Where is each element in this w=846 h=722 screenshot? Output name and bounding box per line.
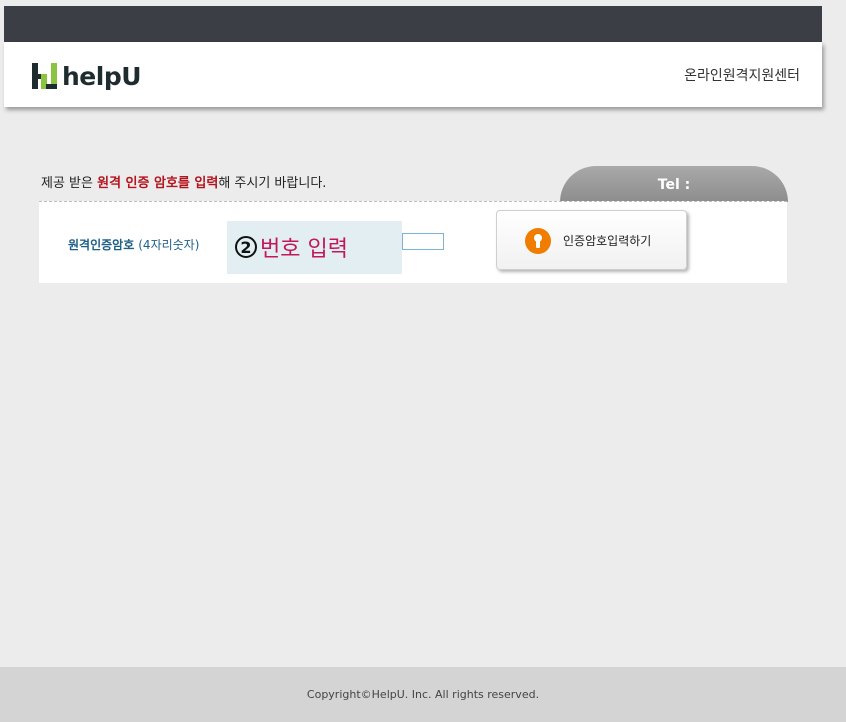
instruction-part2: 해 주시기 바랍니다. (218, 176, 327, 191)
logo-text: helpU (62, 61, 142, 91)
submit-auth-code-button[interactable]: 인증암호입력하기 (496, 210, 687, 270)
tel-label: Tel : (657, 177, 691, 193)
annotation-text: 2 번호 입력 (235, 231, 348, 263)
site-title: 온라인원격지원센터 (684, 68, 800, 84)
tel-tab: Tel : (560, 166, 788, 202)
copyright-text: Copyright©HelpU. Inc. All rights reserve… (306, 688, 540, 701)
keyhole-icon (525, 228, 551, 254)
instruction-part1: 제공 받은 (41, 176, 98, 191)
auth-panel: 원격인증암호 (4자리숫자) 2 번호 입력 인증암호입력하기 (39, 201, 787, 283)
header: helpU 온라인원격지원센터 (4, 42, 822, 107)
helpu-logo-icon (32, 63, 57, 89)
top-bar (4, 6, 822, 42)
submit-auth-code-label: 인증암호입력하기 (563, 234, 652, 248)
auth-code-label-text: 원격인증암호 (68, 238, 135, 252)
auth-code-label: 원격인증암호 (4자리숫자) (68, 236, 199, 253)
auth-code-hint: (4자리숫자) (138, 238, 200, 252)
step-number-icon: 2 (235, 236, 257, 258)
auth-code-input[interactable] (402, 233, 444, 250)
instruction-highlight: 원격 인증 암호를 입력 (97, 176, 219, 191)
annotation-box: 2 번호 입력 (227, 221, 402, 274)
footer: Copyright©HelpU. Inc. All rights reserve… (0, 667, 846, 722)
logo: helpU (32, 60, 142, 92)
annotation-label: 번호 입력 (260, 237, 348, 262)
instruction-text: 제공 받은 원격 인증 암호를 입력해 주시기 바랍니다. (41, 172, 326, 191)
